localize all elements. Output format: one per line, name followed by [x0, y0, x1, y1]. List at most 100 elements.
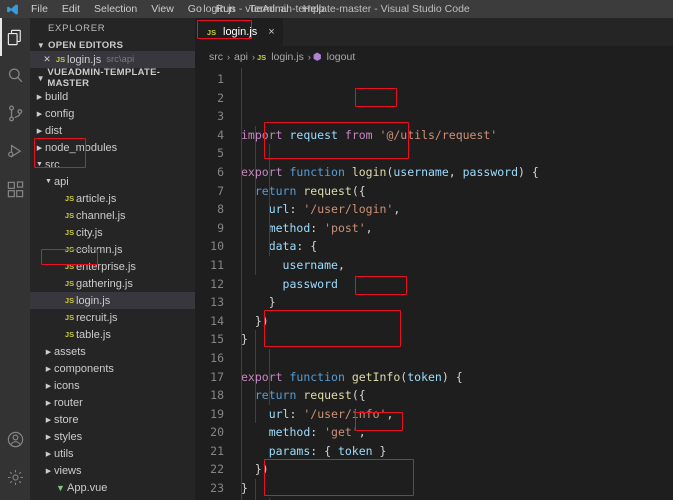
code-line: } — [241, 479, 673, 498]
activity-run-debug[interactable] — [0, 132, 30, 170]
tree-item-icons[interactable]: ▶icons — [30, 377, 195, 394]
tree-item-app-vue[interactable]: ▼App.vue — [30, 479, 195, 496]
tree-item-article-js[interactable]: JSarticle.js — [30, 190, 195, 207]
menu-run[interactable]: Run — [209, 0, 242, 18]
chevron-down-icon: ▼ — [34, 161, 45, 168]
tree-item-main-js[interactable]: JSmain.js — [30, 496, 195, 500]
close-icon[interactable]: ✕ — [40, 54, 54, 65]
tree-item-dist[interactable]: ▶dist — [30, 122, 195, 139]
tree-item-table-js[interactable]: JStable.js — [30, 326, 195, 343]
js-file-icon: JS — [63, 211, 76, 220]
tree-item-label: assets — [54, 346, 86, 358]
section-open-editors[interactable]: ▼ OPEN EDITORS — [30, 40, 195, 51]
tree-item-label: config — [45, 108, 74, 120]
open-editor-item-login-js[interactable]: ✕ JS login.js src\api — [30, 51, 195, 68]
chevron-right-icon: ▶ — [34, 110, 45, 118]
search-icon — [6, 66, 25, 85]
code-line: method: 'get', — [241, 423, 673, 442]
gear-icon — [6, 468, 25, 487]
tree-item-assets[interactable]: ▶assets — [30, 343, 195, 360]
code-line: password — [241, 275, 673, 294]
menu-file[interactable]: File — [24, 0, 55, 18]
tree-item-enterprise-js[interactable]: JSenterprise.js — [30, 258, 195, 275]
menu-bar[interactable]: File Edit Selection View Go Run Terminal… — [24, 0, 331, 18]
menu-view[interactable]: View — [144, 0, 181, 18]
line-number: 10 — [195, 237, 224, 256]
tree-item-recruit-js[interactable]: JSrecruit.js — [30, 309, 195, 326]
tree-item-build[interactable]: ▶build — [30, 88, 195, 105]
js-file-icon: JS — [63, 313, 76, 322]
tree-item-label: article.js — [76, 193, 116, 205]
tree-item-label: dist — [45, 125, 62, 137]
tree-item-gathering-js[interactable]: JSgathering.js — [30, 275, 195, 292]
code-line: url: '/user/info', — [241, 405, 673, 424]
tree-item-router[interactable]: ▶router — [30, 394, 195, 411]
js-file-icon: JS — [63, 279, 76, 288]
chevron-right-icon: ▶ — [43, 382, 54, 390]
tree-item-label: views — [54, 465, 82, 477]
indent-guide — [269, 349, 270, 405]
tree-item-styles[interactable]: ▶styles — [30, 428, 195, 445]
tree-item-label: icons — [54, 380, 80, 392]
tree-item-views[interactable]: ▶views — [30, 462, 195, 479]
code-editor[interactable]: 1234567891011121314151617181920212223242… — [195, 68, 673, 500]
tree-item-components[interactable]: ▶components — [30, 360, 195, 377]
tree-item-label: build — [45, 91, 68, 103]
code-line: } — [241, 330, 673, 349]
tree-item-city-js[interactable]: JScity.js — [30, 224, 195, 241]
breadcrumb-item-src[interactable]: src — [207, 51, 225, 63]
tree-item-src[interactable]: ▼src — [30, 156, 195, 173]
section-project-root[interactable]: ▼ VUEADMIN-TEMPLATE-MASTER — [30, 68, 195, 88]
tab-login-js[interactable]: JS login.js × — [195, 18, 284, 46]
tree-item-config[interactable]: ▶config — [30, 105, 195, 122]
tree-item-label: node_modules — [45, 142, 117, 154]
activity-bar — [0, 18, 30, 500]
breadcrumb-item-api[interactable]: api — [232, 51, 250, 63]
menu-selection[interactable]: Selection — [87, 0, 144, 18]
close-icon[interactable]: × — [268, 26, 274, 38]
line-number: 18 — [195, 386, 224, 405]
vue-file-icon: ▼ — [54, 483, 67, 493]
vscode-logo-icon — [0, 0, 24, 18]
title-bar: File Edit Selection View Go Run Terminal… — [0, 0, 673, 18]
tree-item-store[interactable]: ▶store — [30, 411, 195, 428]
editor-tabs-bar: JS login.js × — [195, 18, 673, 46]
activity-source-control[interactable] — [0, 94, 30, 132]
menu-terminal[interactable]: Terminal — [242, 0, 296, 18]
chevron-right-icon: › — [225, 52, 232, 62]
code-line: data: { — [241, 237, 673, 256]
chevron-right-icon: › — [250, 52, 257, 62]
tab-label: login.js — [223, 26, 257, 38]
chevron-right-icon: ▶ — [43, 365, 54, 373]
tabs-filler — [284, 18, 673, 46]
activity-explorer[interactable] — [0, 18, 30, 56]
menu-go[interactable]: Go — [181, 0, 209, 18]
open-editors-list: ✕ JS login.js src\api — [30, 51, 195, 68]
activity-accounts[interactable] — [0, 420, 30, 458]
breadcrumb-item-file[interactable]: login.js — [269, 51, 306, 63]
tree-item-channel-js[interactable]: JSchannel.js — [30, 207, 195, 224]
chevron-right-icon: ▶ — [43, 399, 54, 407]
code-line: import request from '@/utils/request' — [241, 126, 673, 145]
tree-item-login-js[interactable]: JSlogin.js — [30, 292, 195, 309]
tree-item-node-modules[interactable]: ▶node_modules — [30, 139, 195, 156]
tree-item-api[interactable]: ▼api — [30, 173, 195, 190]
tree-item-utils[interactable]: ▶utils — [30, 445, 195, 462]
activity-extensions[interactable] — [0, 170, 30, 208]
line-number: 19 — [195, 405, 224, 424]
js-file-icon: JS — [63, 296, 76, 305]
breadcrumb-item-symbol[interactable]: logout — [325, 51, 358, 63]
menu-help[interactable]: Help — [296, 0, 332, 18]
line-number: 2 — [195, 89, 224, 108]
menu-edit[interactable]: Edit — [55, 0, 87, 18]
tree-item-column-js[interactable]: JScolumn.js — [30, 241, 195, 258]
explorer-sidebar: EXPLORER ▼ OPEN EDITORS ✕ JS login.js sr… — [30, 18, 195, 500]
activity-settings[interactable] — [0, 458, 30, 496]
code-content[interactable]: import request from '@/utils/request' ex… — [235, 68, 673, 500]
js-file-icon: JS — [54, 55, 67, 64]
symbol-function-icon: ⬢ — [313, 52, 322, 63]
tree-item-label: src — [45, 159, 60, 171]
editor-area: JS login.js × src › api › JS login.js › … — [195, 18, 673, 500]
activity-search[interactable] — [0, 56, 30, 94]
line-number-gutter: 1234567891011121314151617181920212223242… — [195, 68, 235, 500]
